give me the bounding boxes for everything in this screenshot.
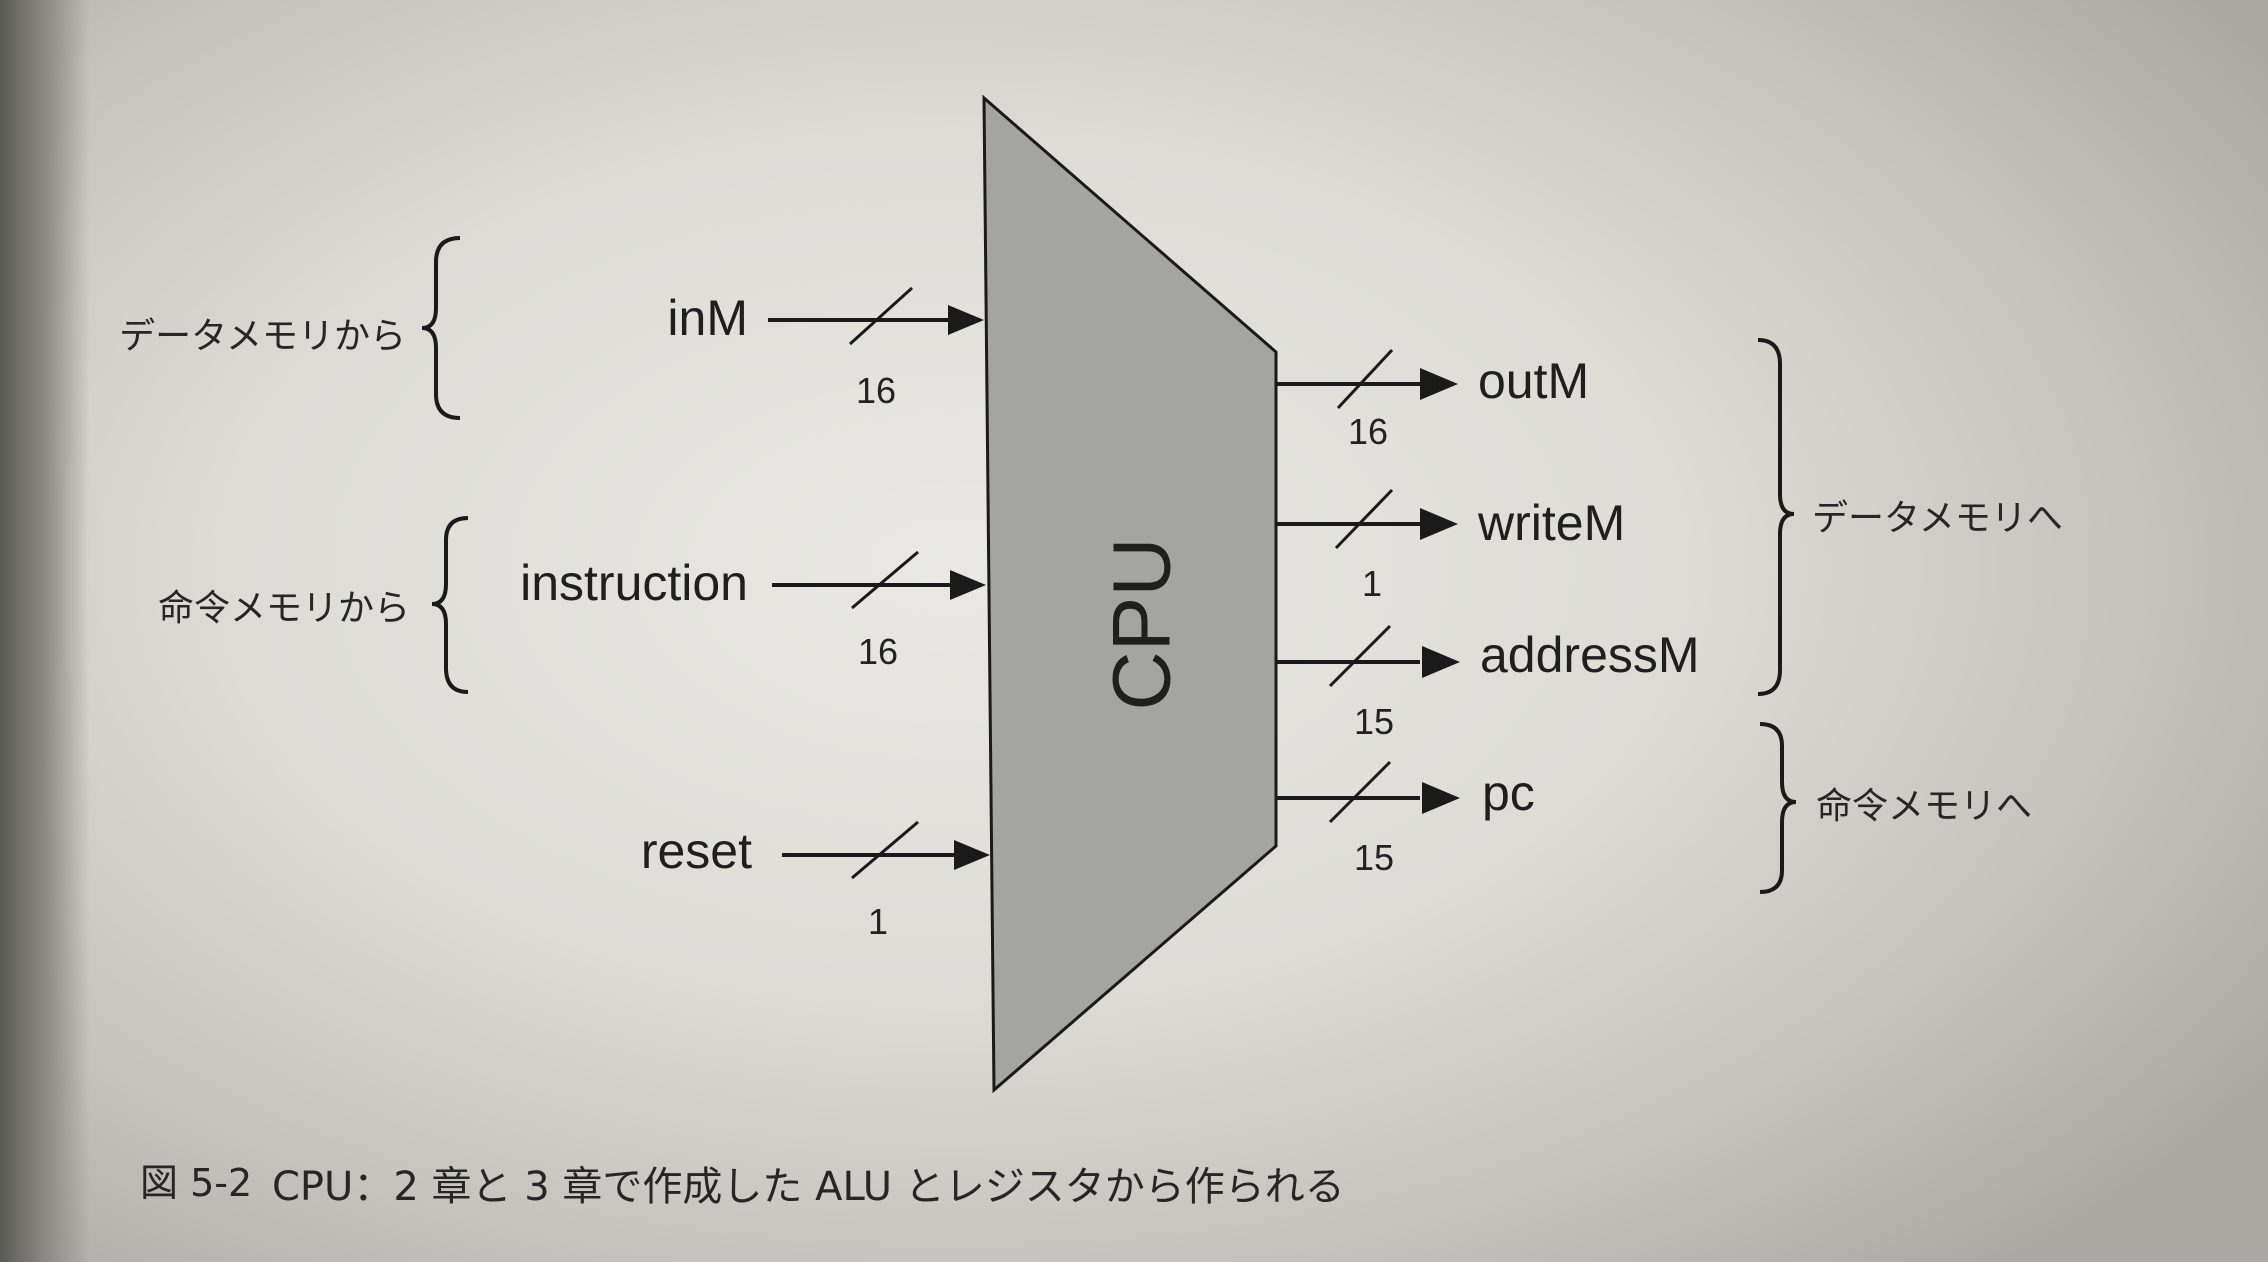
input-reset-width: 1 <box>868 901 888 942</box>
cpu-label: CPU <box>1097 537 1188 710</box>
output-pc-label: pc <box>1482 765 1535 821</box>
brace-from-instruction-memory <box>431 516 469 694</box>
brace-label-from-instruction-memory: 命令メモリから <box>158 588 410 629</box>
brace-to-data-memory <box>1757 338 1795 696</box>
output-writeM-label: writeM <box>1477 495 1625 551</box>
output-outM-label: outM <box>1478 353 1589 409</box>
brace-from-data-memory <box>421 236 461 420</box>
input-inM-label: inM <box>667 290 748 346</box>
output-outM: outM 16 <box>1276 348 1589 452</box>
output-writeM-width: 1 <box>1362 563 1382 604</box>
input-instruction-width: 16 <box>858 631 898 672</box>
input-inM: inM 16 <box>667 286 984 411</box>
output-writeM: writeM 1 <box>1276 488 1625 604</box>
brace-to-instruction-memory <box>1759 722 1797 894</box>
input-reset-label: reset <box>641 823 752 879</box>
output-addressM: addressM 15 <box>1276 624 1700 742</box>
brace-label-to-data-memory: データメモリへ <box>1812 498 2063 539</box>
input-instruction: instruction 16 <box>520 550 986 672</box>
brace-label-from-data-memory: データメモリから <box>119 316 406 357</box>
input-instruction-label: instruction <box>520 555 748 611</box>
figure-number: 図 5-2 <box>140 1161 252 1205</box>
cpu-diagram: CPU inM 16 instruction 16 reset 1 outM 1… <box>119 94 2063 1210</box>
output-pc: pc 15 <box>1276 760 1535 878</box>
book-page: CPU inM 16 instruction 16 reset 1 outM 1… <box>0 0 2268 1262</box>
output-pc-width: 15 <box>1354 837 1394 878</box>
output-addressM-label: addressM <box>1480 627 1700 683</box>
brace-label-to-instruction-memory: 命令メモリへ <box>1816 786 2032 827</box>
input-inM-width: 16 <box>856 370 896 411</box>
input-reset: reset 1 <box>641 820 990 942</box>
output-addressM-width: 15 <box>1354 701 1394 742</box>
figure-caption: CPU：2 章と 3 章で作成した ALU とレジスタから作られる <box>272 1164 1345 1210</box>
output-outM-width: 16 <box>1348 411 1388 452</box>
